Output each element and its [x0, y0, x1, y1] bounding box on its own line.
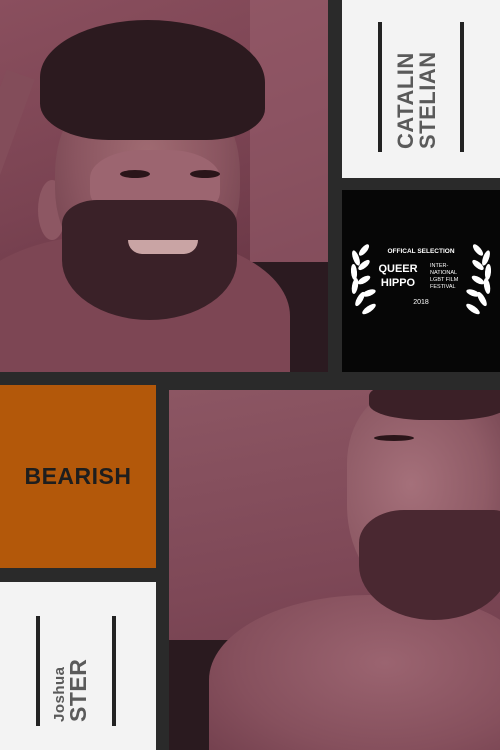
cast-card-top: CATALIN STELIAN	[342, 0, 500, 178]
cast-name-catalin-stelian: CATALIN STELIAN	[393, 29, 445, 149]
festival-laurel: OFFICAL SELECTION QUEER HIPPO INTER- NAT…	[342, 190, 500, 372]
laurel-wreath-icon: OFFICAL SELECTION QUEER HIPPO INTER- NAT…	[350, 244, 492, 315]
festival-name-line1: QUEER	[378, 263, 417, 275]
festival-sub-2: NATIONAL	[430, 270, 457, 276]
film-title: BEARISH	[24, 463, 132, 489]
photo-smiling-man	[0, 0, 328, 372]
cast-name-joshua-ster: Joshua STER	[51, 612, 98, 722]
festival-name-line2: HIPPO	[381, 277, 416, 289]
cast-last-name: STELIAN	[415, 51, 440, 149]
divider-left	[378, 22, 382, 152]
festival-sub-1: INTER-	[430, 263, 449, 269]
divider-right	[460, 22, 464, 152]
festival-year: 2018	[413, 299, 429, 306]
cast-card-bottom: Joshua STER	[0, 582, 156, 750]
photo-man-looking-down	[169, 390, 500, 750]
festival-sub-3: LGBT FILM	[430, 277, 459, 283]
laurel-heading: OFFICAL SELECTION	[387, 248, 454, 255]
title-panel: BEARISH	[0, 385, 156, 568]
divider-right	[112, 616, 116, 726]
cast-first-name: CATALIN	[393, 52, 418, 149]
movie-poster: CATALIN STELIAN OFFICAL SELECTION QUEER …	[0, 0, 500, 750]
divider-left	[36, 616, 40, 726]
festival-sub-4: FESTIVAL	[430, 284, 456, 290]
cast-last-name: STER	[65, 658, 91, 722]
